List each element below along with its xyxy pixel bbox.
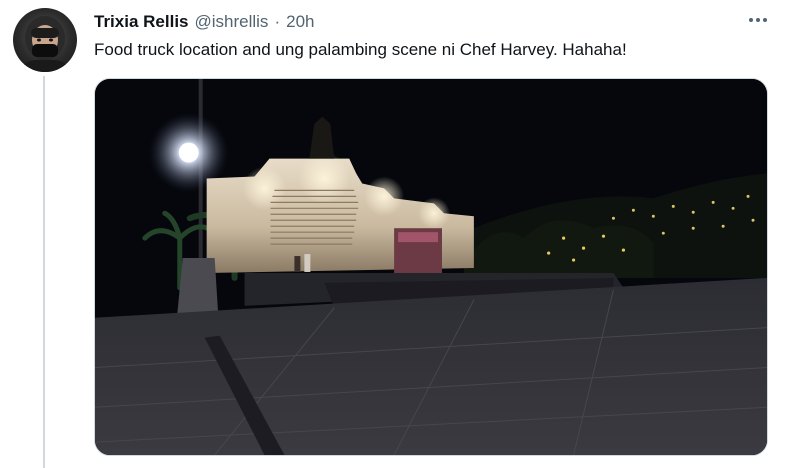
tweet-photo[interactable]	[94, 78, 768, 456]
separator-dot: ·	[274, 12, 281, 31]
user-avatar-icon	[19, 16, 71, 72]
tweet-timestamp[interactable]: 20h	[286, 12, 314, 32]
tweet-header: Trixia Rellis @ishrellis · 20h	[94, 10, 314, 34]
tweet-text: Food truck location and ung palambing sc…	[94, 40, 627, 59]
more-horizontal-icon	[749, 18, 767, 22]
author-display-name[interactable]: Trixia Rellis	[94, 12, 189, 32]
tweet-card[interactable]: Trixia Rellis @ishrellis · 20h Food truc…	[0, 0, 800, 468]
thread-line	[43, 76, 45, 468]
more-options-button[interactable]	[744, 8, 772, 32]
night-plaza-photo	[95, 79, 767, 455]
author-handle[interactable]: @ishrellis	[195, 12, 269, 32]
avatar[interactable]	[13, 8, 77, 72]
